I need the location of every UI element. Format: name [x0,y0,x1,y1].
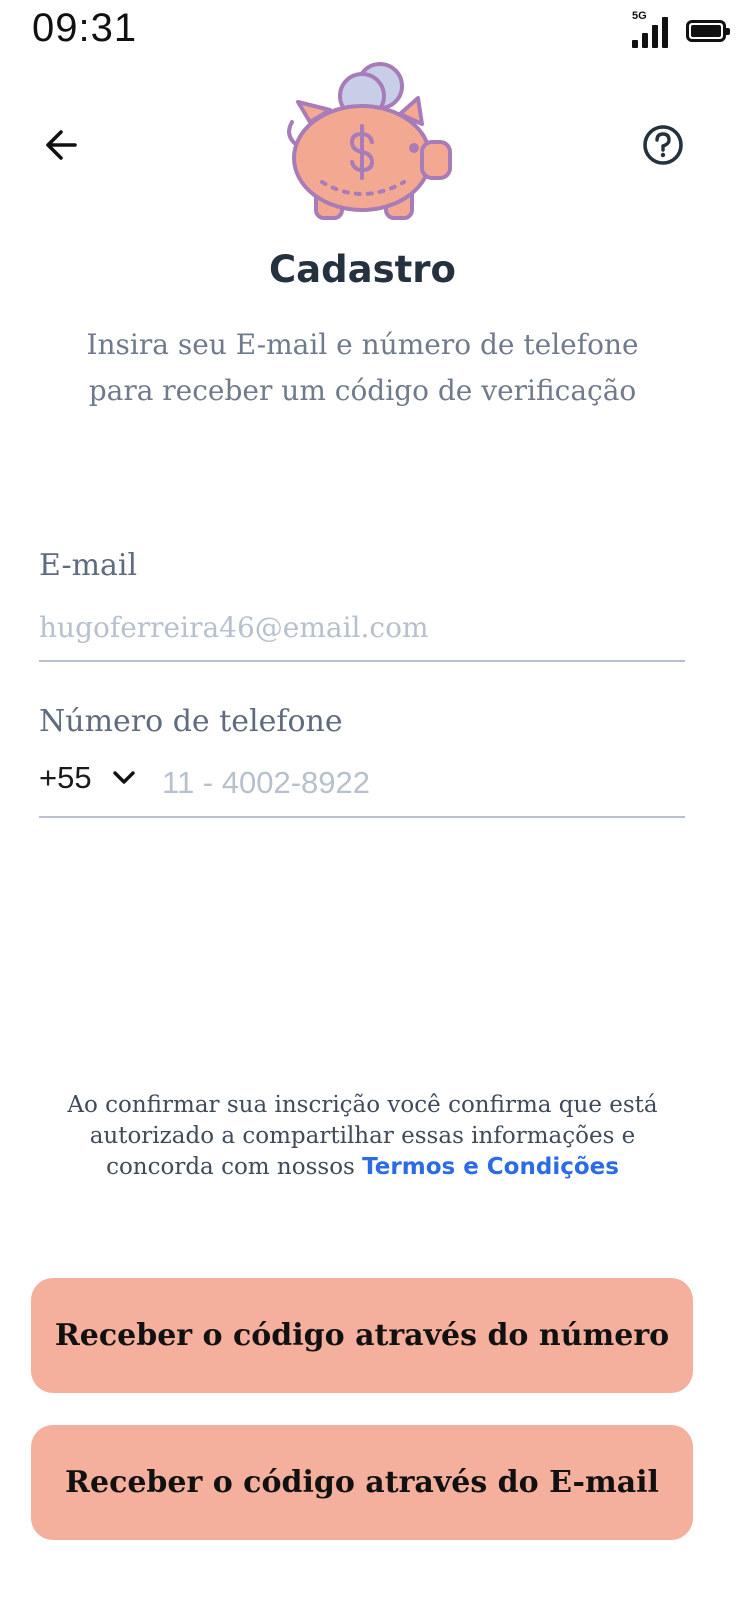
chevron-down-icon [112,771,135,784]
status-icons: 5G [632,10,730,48]
status-time: 09:31 [32,6,138,50]
email-label: E-mail [39,548,138,583]
subtitle-line-2: para receber um código de verificação [88,374,637,407]
battery-icon [686,20,730,42]
network-type: 5G [632,10,647,22]
terms-text: Ao confirmar sua inscrição você confirma… [50,1090,675,1183]
email-underline [39,660,685,662]
status-bar: 09:31 5G [0,0,750,60]
phone-label: Número de telefone [39,704,343,739]
signal-icon: 5G [632,10,672,48]
receive-code-by-number-button[interactable]: Receber o código através do número [31,1278,693,1393]
question-circle-icon [643,125,683,165]
terms-line-1: Ao confirmar sua inscrição você confirma… [67,1092,658,1118]
subtitle-line-1: Insira seu E-mail e número de telefone [86,328,639,361]
receive-code-by-email-button[interactable]: Receber o código através do E-mail [31,1425,693,1540]
phone-underline [39,816,685,818]
back-button[interactable] [36,120,86,170]
piggy-bank-icon [287,62,452,220]
terms-line-3: concorda com nossos Termos e Condições [50,1152,675,1183]
page-subtitle: Insira seu E-mail e número de telefone p… [40,322,685,414]
country-code: +55 [39,760,92,795]
help-button[interactable] [640,122,686,168]
email-field[interactable] [39,604,685,650]
terms-line-2: autorizado a compartilhar essas informaç… [89,1123,636,1149]
terms-prefix: concorda com nossos [106,1154,363,1180]
phone-field[interactable] [162,760,682,806]
country-code-select[interactable]: +55 [39,760,136,796]
terms-link[interactable]: Termos e Condições [362,1154,619,1180]
arrow-left-icon [46,130,77,160]
page-title: Cadastro [269,248,456,291]
